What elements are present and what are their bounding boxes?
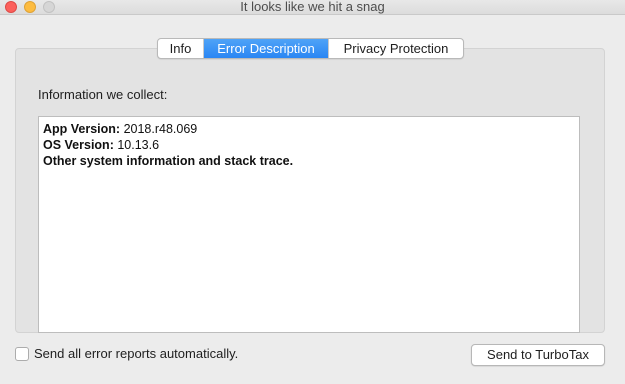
os-version-line: OS Version: 10.13.6	[43, 137, 575, 153]
app-version-label: App Version:	[43, 122, 121, 136]
auto-send-checkbox-label[interactable]: Send all error reports automatically.	[34, 346, 238, 361]
send-to-turbotax-button[interactable]: Send to TurboTax	[471, 344, 605, 366]
app-version-line: App Version: 2018.r48.069	[43, 121, 575, 137]
os-version-label: OS Version:	[43, 138, 114, 152]
tab-info[interactable]: Info	[158, 39, 204, 58]
tab-error-description[interactable]: Error Description	[204, 39, 329, 58]
other-info-line: Other system information and stack trace…	[43, 153, 575, 169]
window-title: It looks like we hit a snag	[240, 0, 385, 14]
error-report-window: It looks like we hit a snag Info Error D…	[0, 0, 625, 384]
section-label: Information we collect:	[38, 87, 168, 102]
collected-info-textarea[interactable]: App Version: 2018.r48.069 OS Version: 10…	[38, 116, 580, 333]
app-version-value: 2018.r48.069	[123, 122, 198, 136]
auto-send-option[interactable]: Send all error reports automatically.	[15, 346, 238, 361]
os-version-value: 10.13.6	[117, 138, 160, 152]
auto-send-checkbox[interactable]	[15, 346, 29, 361]
tab-privacy-protection[interactable]: Privacy Protection	[329, 39, 463, 58]
title-bar: It looks like we hit a snag	[0, 0, 625, 15]
other-info-text: Other system information and stack trace…	[43, 154, 294, 168]
tab-bar: Info Error Description Privacy Protectio…	[157, 38, 464, 59]
